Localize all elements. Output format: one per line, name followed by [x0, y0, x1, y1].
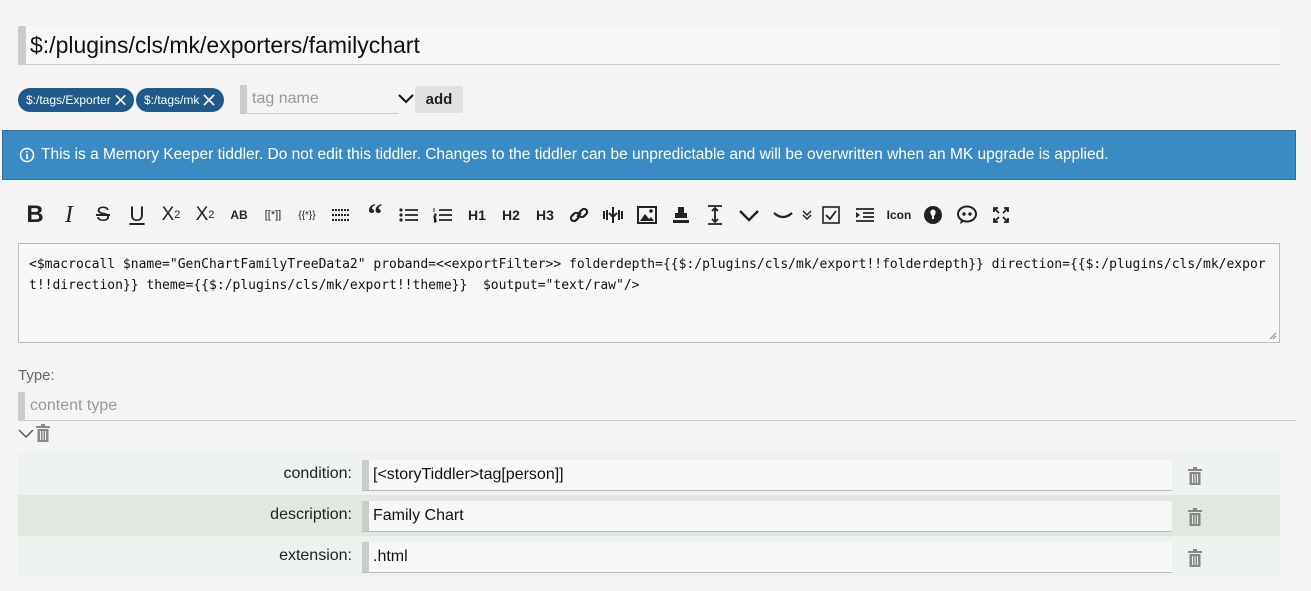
tag-label: $:/tags/mk: [144, 93, 200, 107]
picture-icon[interactable]: [630, 199, 664, 231]
info-icon: [19, 147, 35, 163]
close-icon[interactable]: [115, 94, 126, 106]
indent-icon[interactable]: [848, 199, 882, 231]
tag-mk[interactable]: $:/tags/mk: [136, 88, 224, 112]
numbered-list-icon[interactable]: [426, 199, 460, 231]
field-name: condition:: [283, 465, 353, 482]
smallcaps-icon[interactable]: AB: [222, 199, 256, 231]
field-value[interactable]: [<storyTiddler>tag[person]]: [373, 466, 564, 484]
content-type-placeholder: content type: [30, 397, 118, 414]
superscript-icon[interactable]: X2: [154, 199, 188, 231]
heading-3-icon[interactable]: H3: [528, 199, 562, 231]
transclude-icon[interactable]: {{*}}: [290, 199, 324, 231]
field-row-condition: condition: [<storyTiddler>tag[person]]: [18, 454, 1280, 495]
trash-icon[interactable]: [1188, 549, 1202, 567]
fullscreen-icon[interactable]: [984, 199, 1018, 231]
tag-name-input[interactable]: tag name: [240, 85, 398, 114]
bold-icon[interactable]: B: [18, 199, 52, 231]
editor-toolbar: B I S U X2 X2 AB [[*]] {{*}} “ H1 H2 H3: [18, 198, 1018, 232]
content-type-input[interactable]: content type: [18, 392, 1296, 421]
tag-name-marker: [240, 85, 247, 113]
excise-icon[interactable]: [596, 199, 630, 231]
chevron-down-icon[interactable]: [18, 424, 34, 442]
trash-icon[interactable]: [1188, 467, 1202, 485]
editor-content[interactable]: <$macrocall $name="GenChartFamilyTreeDat…: [29, 254, 1269, 296]
stamp-icon[interactable]: [664, 199, 698, 231]
bullet-list-icon[interactable]: [392, 199, 426, 231]
title-field-marker: [18, 26, 26, 64]
italic-icon[interactable]: I: [52, 199, 86, 231]
trash-icon[interactable]: [1188, 508, 1202, 526]
double-chevron-down-icon[interactable]: [800, 199, 814, 231]
fold-icon[interactable]: [766, 199, 800, 231]
heading-2-icon[interactable]: H2: [494, 199, 528, 231]
tag-name-placeholder: tag name: [252, 90, 319, 107]
field-row-extension: extension: .html: [18, 536, 1280, 577]
speech-bubble-icon[interactable]: [950, 199, 984, 231]
chevron-down-icon[interactable]: [396, 86, 416, 112]
title-input[interactable]: $:/plugins/cls/mk/exporters/familychart: [30, 32, 420, 59]
resize-handle-icon[interactable]: [1269, 332, 1277, 340]
trash-icon[interactable]: [36, 424, 50, 442]
add-tag-button[interactable]: add: [415, 86, 463, 113]
quote-icon[interactable]: “: [358, 198, 392, 231]
field-value-marker: [362, 501, 369, 531]
type-label: Type:: [18, 367, 55, 384]
field-name: extension:: [279, 547, 352, 564]
title-field[interactable]: $:/plugins/cls/mk/exporters/familychart: [18, 26, 1280, 65]
content-type-marker: [18, 392, 25, 420]
lightbulb-icon[interactable]: [916, 199, 950, 231]
size-icon[interactable]: [698, 199, 732, 231]
banner-text: This is a Memory Keeper tiddler. Do not …: [41, 146, 1109, 163]
monospace-icon[interactable]: [324, 199, 358, 231]
field-name: description:: [270, 506, 352, 523]
info-banner: This is a Memory Keeper tiddler. Do not …: [2, 130, 1296, 180]
checkbox-icon[interactable]: [814, 199, 848, 231]
field-value-marker: [362, 460, 369, 490]
strikethrough-icon[interactable]: S: [86, 199, 120, 231]
field-value-input[interactable]: [<storyTiddler>tag[person]]: [362, 460, 1172, 491]
text-editor[interactable]: <$macrocall $name="GenChartFamilyTreeDat…: [18, 243, 1280, 343]
field-row-description: description: Family Chart: [18, 495, 1280, 536]
icon-button[interactable]: Icon: [882, 199, 916, 231]
field-value-marker: [362, 542, 369, 572]
subscript-icon[interactable]: X2: [188, 199, 222, 231]
field-value[interactable]: .html: [373, 548, 408, 566]
tag-label: $:/tags/Exporter: [26, 93, 111, 107]
field-value-input[interactable]: Family Chart: [362, 501, 1172, 532]
tag-exporter[interactable]: $:/tags/Exporter: [18, 88, 134, 112]
chevron-down-icon[interactable]: [732, 199, 766, 231]
field-value-input[interactable]: .html: [362, 542, 1172, 573]
close-icon[interactable]: [203, 94, 215, 106]
link-icon[interactable]: [562, 199, 596, 231]
field-value[interactable]: Family Chart: [373, 507, 464, 525]
heading-1-icon[interactable]: H1: [460, 199, 494, 231]
wikilink-icon[interactable]: [[*]]: [256, 199, 290, 231]
underline-icon[interactable]: U: [120, 199, 154, 231]
